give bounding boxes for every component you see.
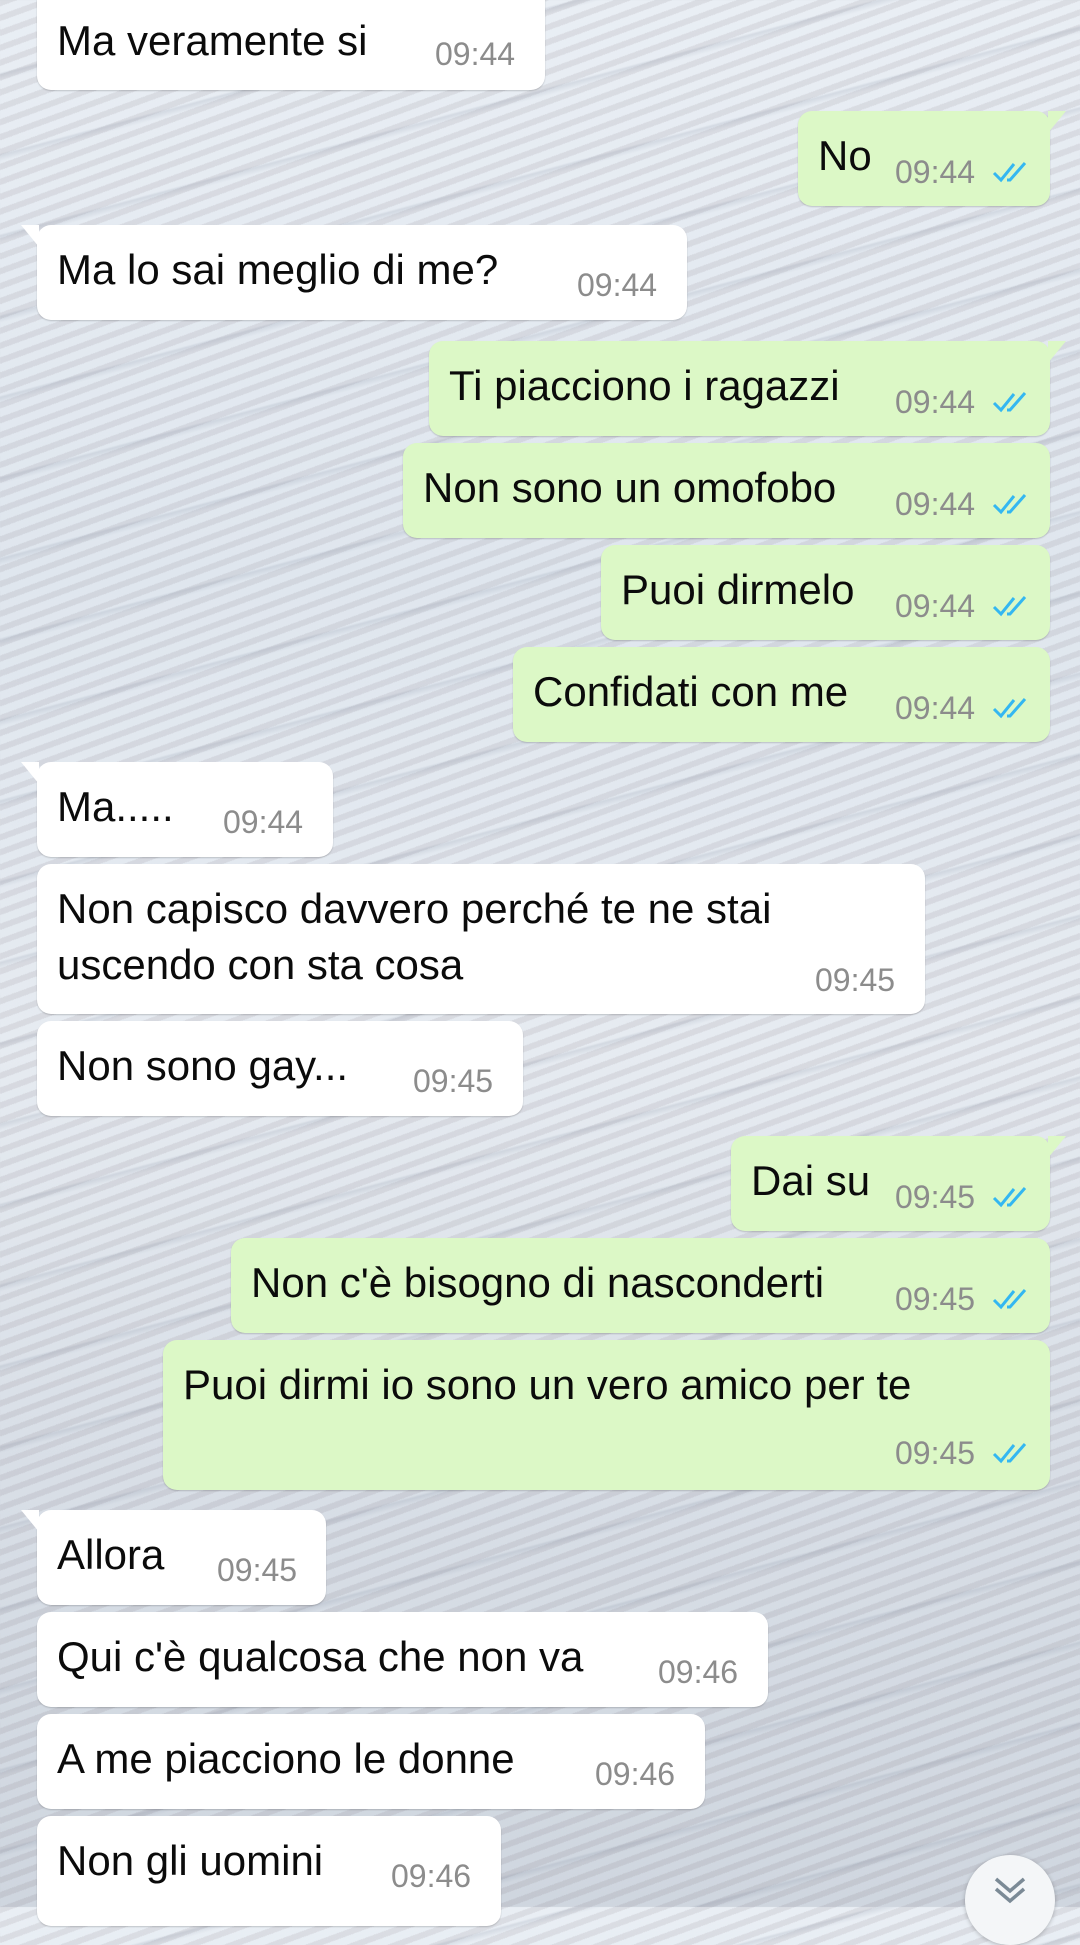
message-outgoing[interactable]: Puoi dirmelo 09:44 [601,545,1050,640]
double-check-icon [992,1289,1027,1310]
message-text: Non c'è bisogno di nasconderti [251,1259,825,1306]
message-time: 09:45 [413,1063,494,1099]
message-incoming[interactable]: Ma..... 09:44 [21,762,333,857]
message-time: 09:45 [895,1179,976,1215]
scroll-to-bottom-button[interactable] [965,1855,1055,1945]
message-incoming[interactable]: Non sono gay... 09:45 [37,1021,523,1116]
message-text: Puoi dirmi io sono un vero amico per te [183,1361,912,1408]
message-time: 09:44 [577,267,658,303]
message-time: 09:44 [895,384,976,420]
message-text: Ma..... [57,783,174,830]
message-incoming[interactable]: Ma veramente si 09:44 [37,0,545,90]
message-outgoing[interactable]: Ti piacciono i ragazzi 09:44 [429,341,1066,436]
message-outgoing[interactable]: Dai su 09:45 [731,1136,1066,1231]
message-text: Non gli uomini [57,1837,324,1884]
message-incoming[interactable]: A me piacciono le donne 09:46 [37,1714,705,1809]
double-check-icon [992,698,1027,719]
message-time: 09:45 [217,1552,298,1588]
double-check-icon [992,596,1027,617]
message-time: 09:44 [895,588,976,624]
double-check-icon [992,1443,1027,1464]
message-text: A me piacciono le donne [57,1735,515,1782]
message-time: 09:44 [223,804,304,840]
message-outgoing[interactable]: Confidati con me 09:44 [513,647,1050,742]
message-incoming[interactable]: Ma lo sai meglio di me? 09:44 [21,225,687,320]
message-text: Ma veramente si [57,17,368,64]
message-incoming[interactable]: Allora 09:45 [21,1510,326,1605]
message-outgoing[interactable]: No 09:44 [798,111,1066,206]
message-text: Allora [57,1531,165,1578]
message-text: Non capisco davvero perché te ne stai us… [57,885,772,988]
message-outgoing[interactable]: Non sono un omofobo 09:44 [403,443,1050,538]
message-time: 09:45 [895,1435,976,1471]
message-text: Ti piacciono i ragazzi [449,362,840,409]
message-time: 09:44 [435,36,516,72]
message-time: 09:46 [595,1756,676,1792]
message-text: Puoi dirmelo [621,566,855,613]
chat-area[interactable]: Ma veramente si 09:44 No 09:44 Ma lo sai… [0,0,1080,1945]
message-text: Qui c'è qualcosa che non va [57,1633,584,1680]
message-text: Non sono un omofobo [423,464,837,511]
message-outgoing[interactable]: Puoi dirmi io sono un vero amico per te … [163,1340,1050,1490]
message-time: 09:45 [815,962,896,998]
double-check-icon [992,162,1027,183]
message-text: Non sono gay... [57,1042,349,1089]
message-incoming[interactable]: Qui c'è qualcosa che non va 09:46 [37,1612,768,1707]
double-check-icon [992,1187,1027,1208]
message-time: 09:46 [391,1858,472,1894]
double-check-icon [992,494,1027,515]
message-text: Ma lo sai meglio di me? [57,246,499,293]
message-text: Dai su [751,1157,871,1204]
message-text: No [818,132,872,179]
message-time: 09:44 [895,690,976,726]
message-incoming[interactable]: Non capisco davvero perché te ne stai us… [37,864,925,1014]
double-check-icon [992,392,1027,413]
message-incoming[interactable]: Non gli uomini 09:46 [37,1816,501,1926]
message-time: 09:46 [658,1654,739,1690]
message-time: 09:45 [895,1281,976,1317]
message-outgoing[interactable]: Non c'è bisogno di nasconderti 09:45 [231,1238,1050,1333]
message-time: 09:44 [895,486,976,522]
chevron-double-down-icon [994,1877,1026,1904]
message-text: Confidati con me [533,668,849,715]
message-time: 09:44 [895,154,976,190]
